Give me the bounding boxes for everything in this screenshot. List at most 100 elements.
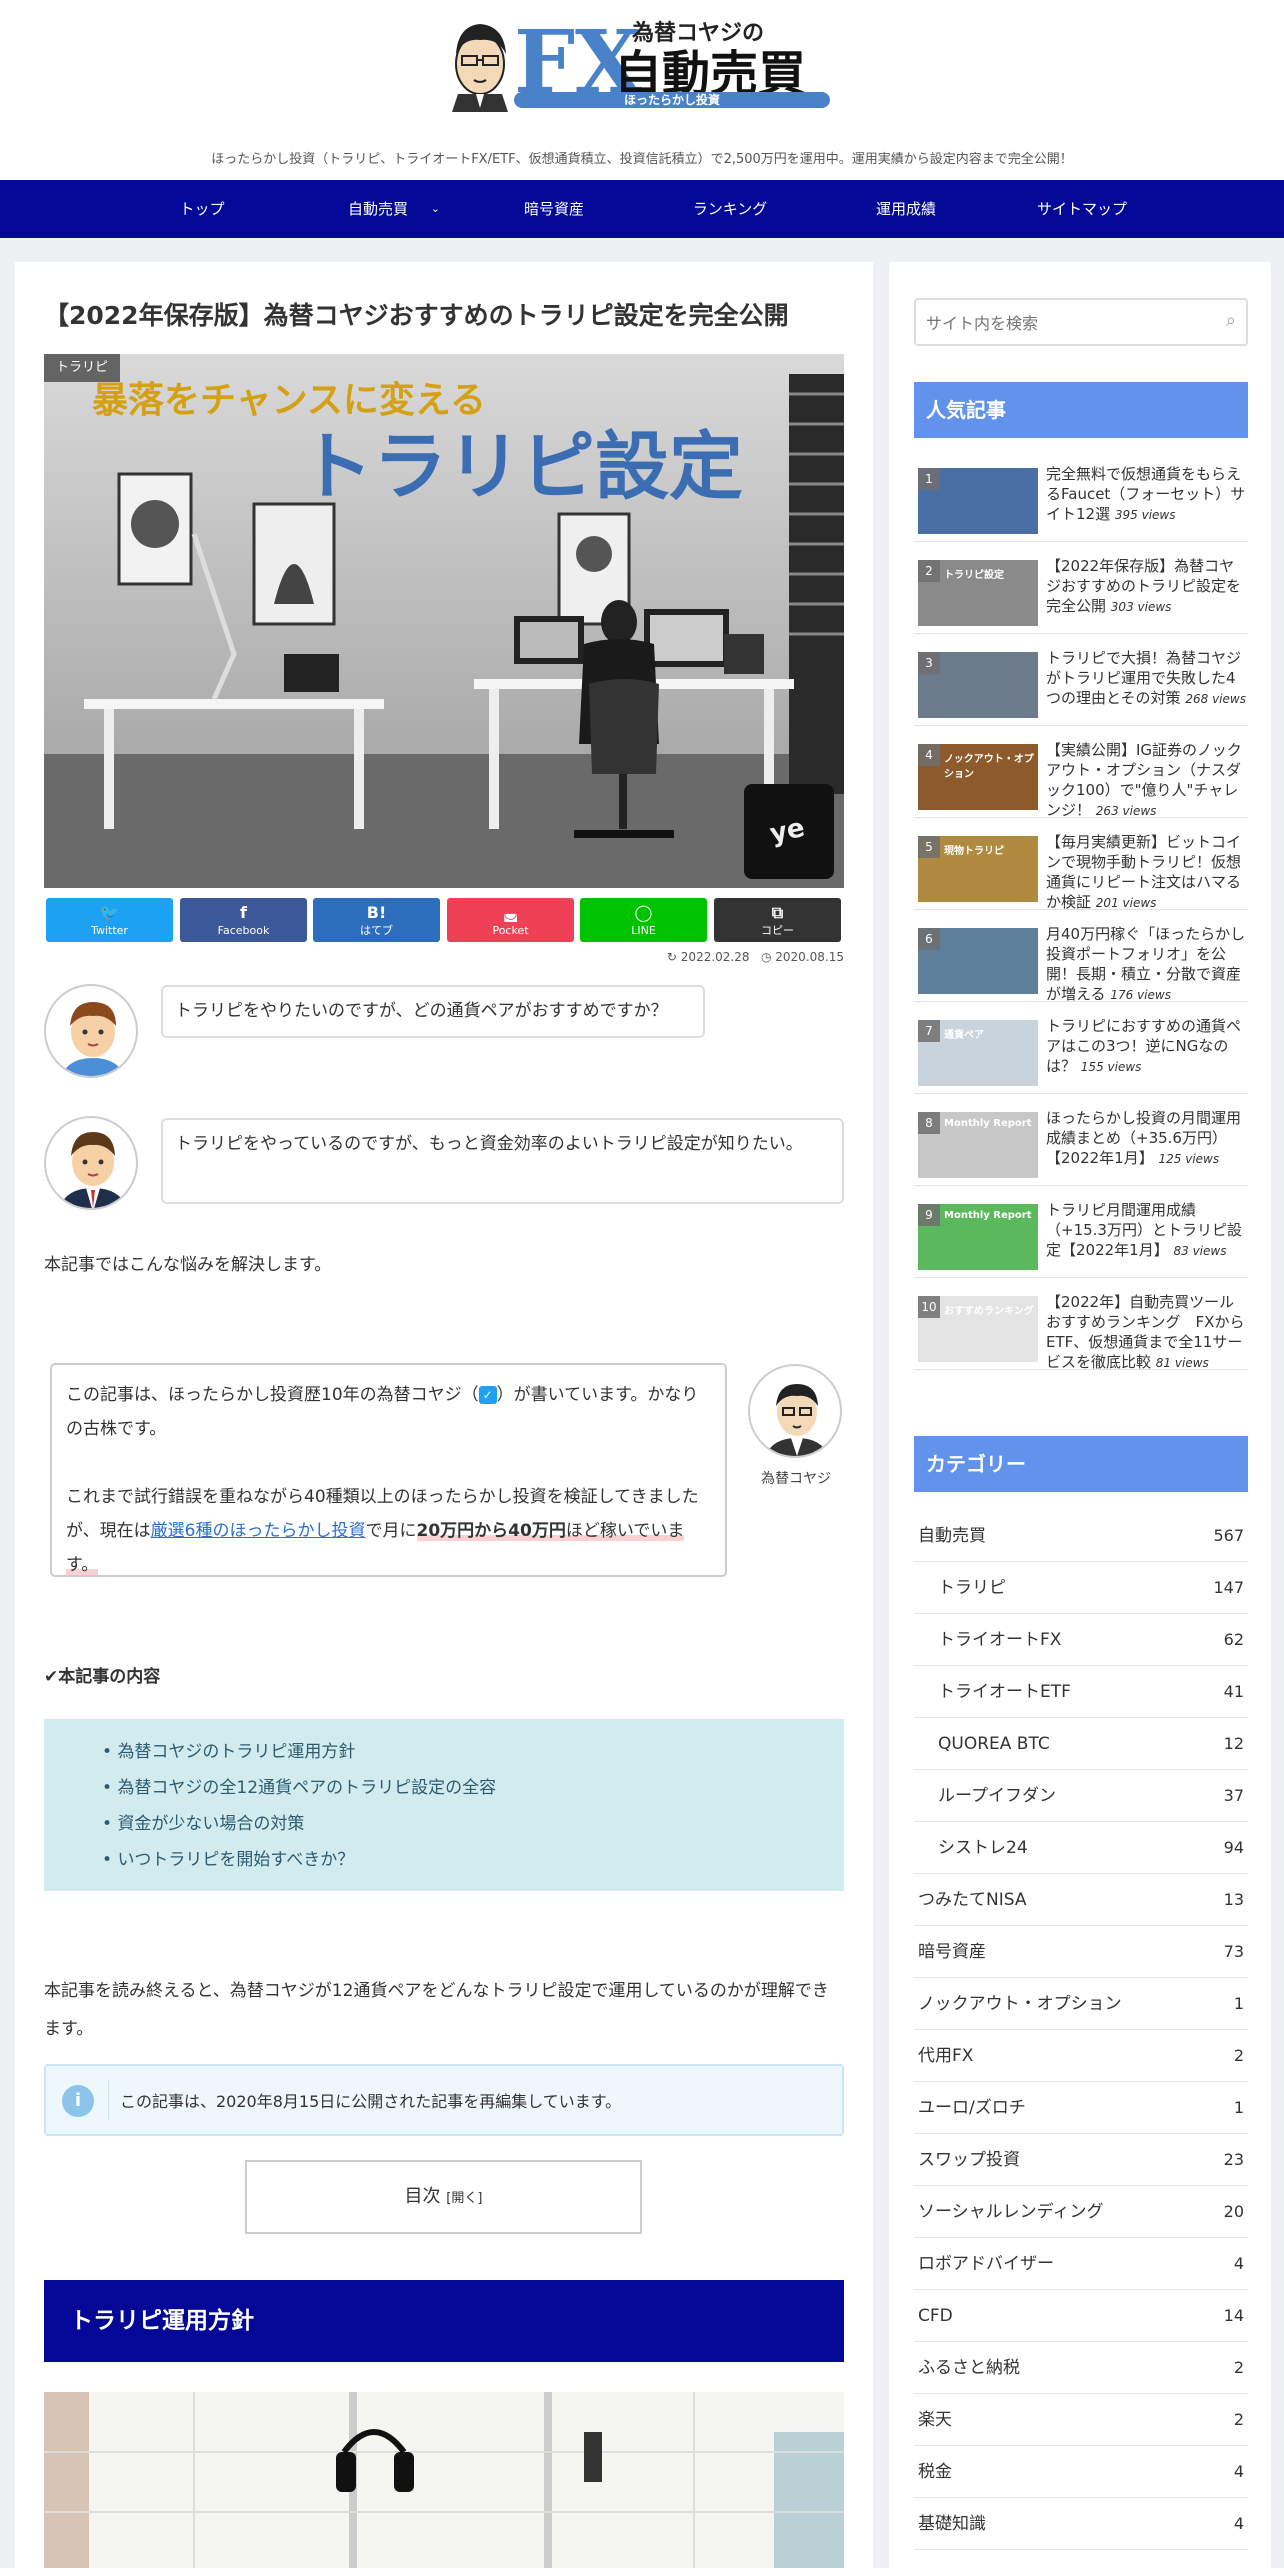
category-item[interactable]: ソーシャルレンディング 20: [914, 2186, 1248, 2238]
category-name: 代用FX: [918, 2046, 974, 2066]
popular-post-item[interactable]: 3 トラリピで大損！為替コヤジがトラリピ運用で失敗した4つの理由とその対策 268…: [914, 646, 1248, 726]
popular-post-thumbnail[interactable]: トラリピ設定 2: [918, 560, 1038, 626]
info-box: i この記事は、2020年8月15日に公開された記事を再編集しています。: [44, 2064, 844, 2136]
category-count: 147: [1213, 1578, 1244, 1597]
category-item[interactable]: シストレ24 94: [914, 1822, 1248, 1874]
share-pocket-button[interactable]: ◛ Pocket: [447, 898, 574, 942]
popular-post-item[interactable]: 通貨ペア 7 トラリピにおすすめの通貨ペアはこの3つ！逆にNGなのは？ 155 vi…: [914, 1014, 1248, 1094]
category-item[interactable]: 暗号資産 73: [914, 1926, 1248, 1978]
site-logo[interactable]: FX 為替コヤジの 自動売買 ほったらかし投資: [452, 8, 832, 113]
category-count: 4: [1233, 2462, 1244, 2481]
author-bubble: この記事は、ほったらかし投資歴10年の為替コヤジ（ ✓ ）が書いています。かなりの古…: [50, 1363, 727, 1577]
category-name: 自動売買: [918, 1526, 986, 1546]
category-item[interactable]: スワップ投資 23: [914, 2134, 1248, 2186]
popular-post-item[interactable]: 6 月40万円稼ぐ「ほったらかし投資ポートフォリオ」を公開！長期・積立・分散で資産…: [914, 922, 1248, 1003]
search-box: ⌕: [914, 298, 1248, 346]
category-name: 楽天: [918, 2410, 952, 2430]
category-item[interactable]: ロボアドバイザー 4: [914, 2238, 1248, 2290]
popular-post-item[interactable]: ノックアウト・オプション 4 【実績公開】IG証券のノックアウト・オプション（ナスダ…: [914, 738, 1248, 819]
share-line-button[interactable]: ◯ LINE: [580, 898, 707, 942]
nav-results[interactable]: 運用成績: [818, 180, 994, 238]
updated-date: 2022.02.28: [680, 950, 750, 964]
svg-text:ほったらかし投資: ほったらかし投資: [624, 92, 720, 107]
category-item[interactable]: ループイフダン 37: [914, 1770, 1248, 1822]
category-item[interactable]: 代用FX 2: [914, 2030, 1248, 2082]
copy-link-button[interactable]: ⧉ コピー: [714, 898, 841, 942]
article-title: 【2022年保存版】為替コヤジおすすめのトラリピ設定を完全公開: [44, 301, 789, 330]
site-tagline: ほったらかし投資（トラリピ、トライオートFX/ETF、仮想通貨積立、投資信託積立…: [211, 152, 1073, 167]
category-item[interactable]: トライオートFX 62: [914, 1614, 1248, 1666]
category-item[interactable]: CFD 14: [914, 2290, 1248, 2342]
summary-item: • いつトラリピを開始すべきか？: [102, 1850, 355, 1870]
popular-post-thumbnail[interactable]: 1: [918, 468, 1038, 534]
author-name: 為替コヤジ: [761, 1471, 831, 1487]
category-item[interactable]: トラリピ 147: [914, 1562, 1248, 1614]
view-count: 125 views: [1158, 1152, 1220, 1166]
popular-post-item[interactable]: おすすめランキング 10 【2022年】自動売買ツールおすすめランキング FXからE…: [914, 1290, 1248, 1371]
salaryman-avatar: [44, 1116, 138, 1210]
category-item[interactable]: 楽天 2: [914, 2394, 1248, 2446]
category-name: トライオートFX: [938, 1630, 1062, 1650]
popular-post-thumbnail[interactable]: 現物トラリピ 5: [918, 836, 1038, 902]
popular-post-item[interactable]: トラリピ設定 2 【2022年保存版】為替コヤジおすすめのトラリピ設定を完全公開 3…: [914, 554, 1248, 634]
popular-post-title: トラリピにおすすめの通貨ペアはこの3つ！逆にNGなのは？: [1046, 1017, 1242, 1075]
search-icon[interactable]: ⌕: [1226, 310, 1236, 331]
view-count: 303 views: [1110, 600, 1172, 614]
author-avatar: [748, 1364, 842, 1458]
category-count: 13: [1223, 1890, 1244, 1909]
hatebu-icon: B!: [366, 903, 387, 922]
nav-top[interactable]: トップ: [114, 180, 290, 238]
svg-text:為替コヤジの: 為替コヤジの: [632, 20, 764, 46]
popular-post-thumbnail[interactable]: おすすめランキング 10: [918, 1296, 1038, 1362]
category-label[interactable]: トラリピ: [44, 354, 121, 382]
popular-post-item[interactable]: Monthly Report 8 ほったらかし投資の月間運用成績まとめ（+35.6万…: [914, 1106, 1248, 1186]
category-count: 1: [1233, 2098, 1244, 2117]
share-hatebu-button[interactable]: B! はてブ: [313, 898, 440, 942]
category-name: ふるさと納税: [918, 2358, 1020, 2378]
nav-auto-trading[interactable]: 自動売買 ⌄: [290, 180, 466, 238]
category-count: 37: [1223, 1786, 1244, 1805]
portfolio-link[interactable]: 厳選6種のほったらかし投資: [151, 1521, 366, 1541]
search-input[interactable]: [926, 310, 1196, 336]
category-count: 94: [1223, 1838, 1244, 1857]
category-count: 4: [1233, 2254, 1244, 2273]
popular-post-item[interactable]: Monthly Report 9 トラリピ月間運用成績（+15.3万円）とトラリピ設…: [914, 1198, 1248, 1278]
category-item[interactable]: QUOREA BTC 12: [914, 1718, 1248, 1770]
popular-post-thumbnail[interactable]: Monthly Report 8: [918, 1112, 1038, 1178]
category-count: 2: [1233, 2358, 1244, 2377]
popular-post-thumbnail[interactable]: 6: [918, 928, 1038, 994]
popular-post-thumbnail[interactable]: 通貨ペア 7: [918, 1020, 1038, 1086]
share-facebook-button[interactable]: f Facebook: [180, 898, 307, 942]
popular-post-thumbnail[interactable]: 3: [918, 652, 1038, 718]
category-name: 暗号資産: [918, 1942, 986, 1962]
view-count: 263 views: [1095, 804, 1157, 818]
toc-toggle-button[interactable]: 目次 [開く]: [245, 2160, 642, 2234]
popular-post-thumbnail[interactable]: ノックアウト・オプション 4: [918, 744, 1038, 810]
facebook-icon: f: [240, 903, 247, 922]
reader-request-bubble: トラリピをやっているのですが、もっと資金効率のよいトラリピ設定が知りたい。: [161, 1118, 844, 1204]
category-item[interactable]: 基礎知識 4: [914, 2498, 1248, 2550]
category-name: CFD: [918, 2306, 953, 2326]
category-item[interactable]: つみたてNISA 13: [914, 1874, 1248, 1926]
popular-post-thumbnail[interactable]: Monthly Report 9: [918, 1204, 1038, 1270]
category-item[interactable]: 税金 4: [914, 2446, 1248, 2498]
twitter-icon[interactable]: ✓: [478, 1386, 497, 1404]
rank-badge: 8: [918, 1112, 940, 1134]
nav-sitemap[interactable]: サイトマップ: [994, 180, 1170, 238]
category-item[interactable]: ユーロ/ズロチ 1: [914, 2082, 1248, 2134]
category-item[interactable]: 自動売買 567: [914, 1510, 1248, 1562]
popular-post-item[interactable]: 現物トラリピ 5 【毎月実績更新】ビットコインで現物手動トラリピ！仮想通貨にリピート…: [914, 830, 1248, 911]
nav-crypto[interactable]: 暗号資産: [466, 180, 642, 238]
svg-text:トラリピ設定: トラリピ設定: [299, 424, 743, 510]
category-item[interactable]: トライオートETF 41: [914, 1666, 1248, 1718]
category-item[interactable]: ノックアウト・オプション 1: [914, 1978, 1248, 2030]
reader-question-bubble: トラリピをやりたいのですが、どの通貨ペアがおすすめですか？: [161, 985, 705, 1038]
popular-post-item[interactable]: 1 完全無料で仮想通貨をもらえるFaucet（フォーセット）サイト12選 395 …: [914, 462, 1248, 542]
svg-text:暴落をチャンスに変える: 暴落をチャンスに変える: [92, 379, 486, 421]
category-name: ソーシャルレンディング: [918, 2202, 1104, 2222]
summary-item: • 為替コヤジのトラリピ運用方針: [102, 1742, 356, 1762]
category-count: 1: [1233, 1994, 1244, 2013]
category-item[interactable]: ふるさと納税 2: [914, 2342, 1248, 2394]
nav-ranking[interactable]: ランキング: [642, 180, 818, 238]
share-twitter-button[interactable]: 🐦 Twitter: [46, 898, 173, 942]
